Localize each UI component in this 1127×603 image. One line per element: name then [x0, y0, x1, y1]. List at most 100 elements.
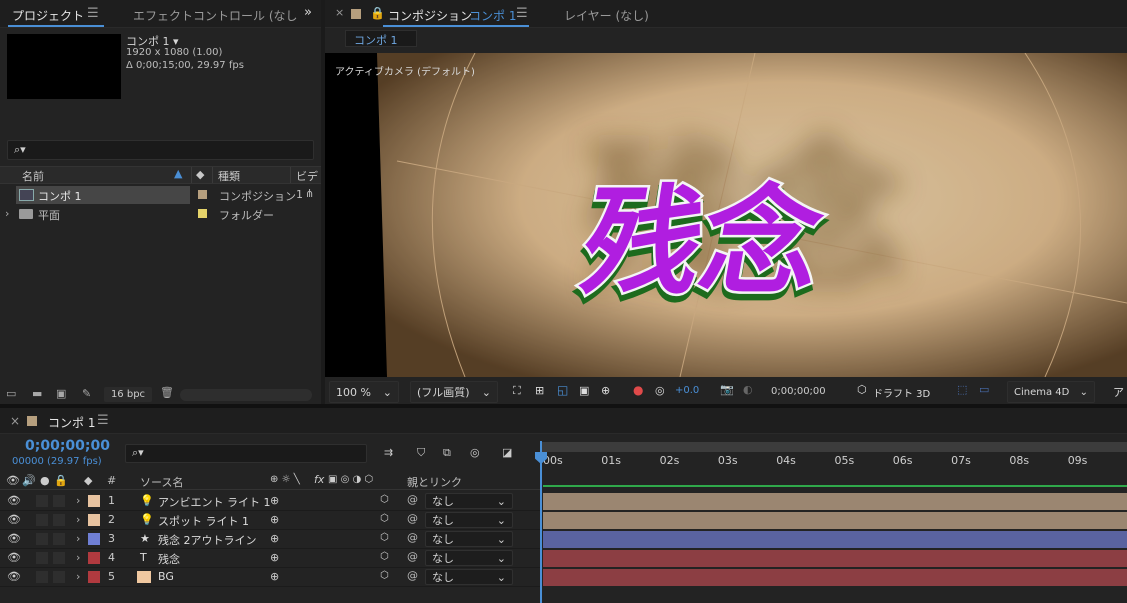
solo-icon[interactable]: ●: [40, 474, 50, 487]
column-name[interactable]: 名前: [22, 168, 44, 184]
audio-icon[interactable]: 🔊: [22, 474, 36, 487]
project-settings-icon[interactable]: ✎: [82, 387, 91, 400]
layer-row[interactable]: 👁 › 5 BG ⊕ ⬡ @ なし ⌄: [0, 568, 540, 587]
lock-toggle[interactable]: [53, 571, 65, 583]
solo-toggle[interactable]: [36, 552, 48, 564]
column-video[interactable]: ビデ: [296, 168, 318, 184]
parent-dropdown[interactable]: なし ⌄: [425, 493, 513, 509]
eye-icon[interactable]: 👁: [7, 532, 21, 545]
region-of-interest-icon[interactable]: ▣: [579, 384, 589, 397]
shy-switch-icon[interactable]: ⊕: [270, 570, 279, 583]
layer-row[interactable]: 👁 › 4 T 残念 ⊕ ⬡ @ なし ⌄: [0, 549, 540, 568]
show-snapshot-icon[interactable]: ◐: [743, 383, 753, 396]
draft-3d-label[interactable]: ドラフト 3D: [873, 385, 930, 400]
3d-layer-icon[interactable]: ⬡: [380, 551, 389, 562]
pick-whip-icon[interactable]: @: [407, 550, 418, 563]
new-composition-icon[interactable]: ▣: [56, 387, 66, 400]
trash-icon[interactable]: 🗑: [160, 386, 174, 399]
label-color-swatch[interactable]: [88, 533, 100, 545]
lock-icon[interactable]: 🔒: [370, 6, 385, 20]
close-icon[interactable]: ×: [335, 6, 344, 19]
layer-row[interactable]: 👁 › 3 ★ 残念 2アウトライン ⊕ ⬡ @ なし ⌄: [0, 530, 540, 549]
layer-duration-bar[interactable]: [543, 531, 1127, 548]
layer-name[interactable]: 残念 2アウトライン: [158, 532, 257, 548]
pick-whip-icon[interactable]: @: [407, 493, 418, 506]
eye-icon[interactable]: 👁: [7, 570, 21, 583]
panel-menu-icon[interactable]: ☰: [516, 6, 528, 21]
label-color-swatch[interactable]: [88, 552, 100, 564]
snapshot-icon[interactable]: 📷: [720, 383, 734, 396]
viewer-canvas[interactable]: 残念 アクティブカメラ (デフォルト) 残念 残念 残念: [325, 53, 1127, 377]
solo-toggle[interactable]: [36, 571, 48, 583]
parent-dropdown[interactable]: なし ⌄: [425, 550, 513, 566]
column-source-name[interactable]: ソース名: [140, 474, 183, 490]
3d-layer-icon[interactable]: ⬡: [380, 513, 389, 524]
panel-overflow-icon[interactable]: »: [304, 5, 312, 20]
interpret-footage-icon[interactable]: ▭: [6, 387, 16, 400]
motion-blur-icon[interactable]: ◪: [502, 446, 512, 459]
extended-viewer-icon[interactable]: ▭: [979, 383, 989, 396]
transparency-grid-icon[interactable]: ⊞: [535, 384, 544, 397]
lock-toggle[interactable]: [53, 533, 65, 545]
eye-icon[interactable]: 👁: [7, 494, 21, 507]
3d-layer-icon[interactable]: ⬡: [380, 532, 389, 543]
expand-arrow-icon[interactable]: ›: [76, 513, 80, 526]
tab-timeline-comp[interactable]: コンポ 1: [48, 414, 95, 431]
solo-toggle[interactable]: [36, 533, 48, 545]
draft-3d-toggle-icon[interactable]: ⛉: [417, 446, 425, 460]
lock-toggle[interactable]: [53, 495, 65, 507]
tab-comp-name[interactable]: コンポ 1: [469, 7, 516, 24]
tab-composition[interactable]: コンポジション: [388, 7, 472, 24]
layer-name[interactable]: 残念: [158, 551, 180, 567]
label-color-swatch[interactable]: [198, 209, 207, 218]
label-color-swatch[interactable]: [88, 571, 100, 583]
tab-layer[interactable]: レイヤー (なし): [564, 7, 649, 24]
layer-name[interactable]: BG: [158, 570, 174, 583]
grid-guides-icon[interactable]: ⊕: [601, 384, 610, 397]
current-time-display[interactable]: 0;00;00;00: [25, 438, 110, 454]
layer-duration-bar[interactable]: [543, 569, 1127, 586]
pick-whip-icon[interactable]: @: [407, 569, 418, 582]
solo-toggle[interactable]: [36, 495, 48, 507]
exposure-value[interactable]: +0.0: [675, 385, 699, 396]
label-color-swatch[interactable]: [198, 190, 207, 199]
expand-arrow-icon[interactable]: ›: [76, 532, 80, 545]
resolution-dropdown[interactable]: (フル画質) ⌄: [410, 381, 498, 403]
layer-duration-bar[interactable]: [543, 512, 1127, 529]
lock-icon[interactable]: 🔒: [54, 474, 68, 487]
expand-arrow-icon[interactable]: ›: [76, 494, 80, 507]
layer-duration-bar[interactable]: [543, 550, 1127, 567]
reset-exposure-icon[interactable]: ◎: [655, 384, 665, 397]
panel-menu-icon[interactable]: ☰: [87, 6, 99, 21]
channel-icon[interactable]: ●: [633, 383, 643, 397]
column-type[interactable]: 種類: [218, 168, 240, 184]
lock-toggle[interactable]: [53, 514, 65, 526]
mask-visibility-icon[interactable]: ◱: [557, 383, 568, 397]
panel-menu-icon[interactable]: ☰: [97, 413, 109, 428]
parent-dropdown[interactable]: なし ⌄: [425, 569, 513, 585]
3d-layer-icon[interactable]: ⬡: [380, 570, 389, 581]
layer-name[interactable]: スポット ライト 1: [158, 513, 249, 529]
expand-arrow-icon[interactable]: ›: [5, 207, 9, 220]
tab-effect-controls[interactable]: エフェクトコントロール (なし: [133, 7, 298, 24]
eye-icon[interactable]: 👁: [7, 513, 21, 526]
label-color-swatch[interactable]: [88, 495, 100, 507]
flowchart-icon[interactable]: ⋔: [305, 187, 314, 200]
layer-row[interactable]: 👁 › 1 💡 アンビエント ライト 1 ⊕ ⬡ @ なし ⌄: [0, 492, 540, 511]
work-area-bar[interactable]: [540, 442, 1127, 452]
lock-toggle[interactable]: [53, 552, 65, 564]
expand-arrow-icon[interactable]: ›: [76, 570, 80, 583]
3d-ground-plane-icon[interactable]: ⬚: [957, 383, 967, 396]
label-tag-icon[interactable]: ◆: [84, 474, 92, 487]
shy-switch-icon[interactable]: ⊕: [270, 494, 279, 507]
renderer-dropdown[interactable]: Cinema 4D ⌄: [1007, 381, 1095, 403]
tab-project[interactable]: プロジェクト: [12, 7, 84, 24]
current-time-indicator[interactable]: [540, 441, 542, 603]
sort-ascending-icon[interactable]: ▲: [174, 167, 182, 180]
zoom-dropdown[interactable]: 100 % ⌄: [329, 381, 399, 403]
layer-duration-bar[interactable]: [543, 493, 1127, 510]
eye-icon[interactable]: 👁: [6, 474, 20, 487]
hide-shy-layers-icon[interactable]: ⧉: [443, 446, 451, 460]
eye-icon[interactable]: 👁: [7, 551, 21, 564]
viewer-timecode[interactable]: 0;00;00;00: [771, 386, 826, 397]
